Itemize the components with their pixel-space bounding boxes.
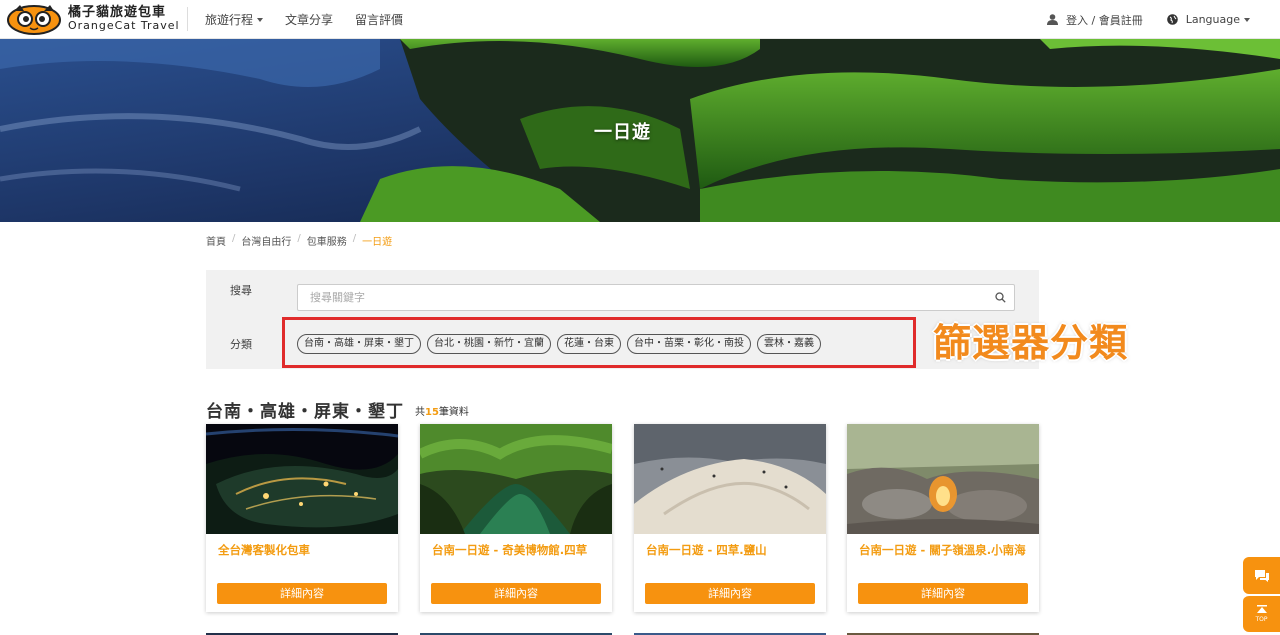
- breadcrumb-charter-service[interactable]: 包車服務: [307, 233, 347, 248]
- chip-central[interactable]: 台中・苗栗・彰化・南投: [627, 334, 751, 354]
- nav-item-articles[interactable]: 文章分享: [285, 11, 333, 28]
- tour-thumbnail: [847, 424, 1039, 534]
- tour-card-title: 台南一日遊 - 奇美博物館.四草: [432, 543, 588, 557]
- brand-name-zh: 橘子貓旅遊包車: [68, 5, 167, 21]
- top-label: TOP: [1255, 616, 1268, 623]
- top-navbar: 橘子貓旅遊包車 OrangeCat Travel 旅遊行程 文章分享 留言評價 …: [0, 0, 1280, 39]
- result-count: 共15筆資料: [415, 407, 469, 418]
- filter-panel: 搜尋 分類 台南・高雄・屏東・墾丁 台北・桃園・新竹・宜蘭 花蓮・台東 台中・苗…: [206, 270, 1039, 369]
- details-button[interactable]: 詳細內容: [645, 583, 815, 604]
- chip-yunlin-chiayi[interactable]: 雲林・嘉義: [757, 334, 821, 354]
- login-register-link[interactable]: 登入 / 會員註冊: [1047, 12, 1143, 28]
- tour-card-title: 全台灣客製化包車: [218, 543, 310, 557]
- details-button[interactable]: 詳細內容: [858, 583, 1028, 604]
- tour-card[interactable]: 台南一日遊 - 奇美博物館.四草 詳細內容: [420, 424, 612, 612]
- tour-card-title: 台南一日遊 - 關子嶺溫泉.小南海: [859, 543, 1026, 557]
- page-title: 一日遊: [594, 122, 651, 143]
- globe-icon: [1166, 14, 1178, 25]
- details-button[interactable]: 詳細內容: [217, 583, 387, 604]
- breadcrumb-taiwan-travel[interactable]: 台灣自由行: [241, 233, 291, 248]
- header-actions: 登入 / 會員註冊 Language: [1023, 0, 1250, 39]
- orange-cat-logo-icon: [7, 5, 61, 35]
- filter-annotation: 篩選器分類: [933, 321, 1129, 365]
- user-icon: [1047, 14, 1058, 25]
- category-label: 分類: [230, 338, 252, 351]
- details-button[interactable]: 詳細內容: [431, 583, 601, 604]
- breadcrumb: 首頁 / 台灣自由行 / 包車服務 / 一日遊: [206, 233, 393, 248]
- arrow-up-icon: [1256, 605, 1267, 613]
- brand-logo[interactable]: 橘子貓旅遊包車 OrangeCat Travel: [6, 3, 180, 35]
- category-chips: 台南・高雄・屏東・墾丁 台北・桃園・新竹・宜蘭 花蓮・台東 台中・苗栗・彰化・南…: [297, 334, 827, 354]
- breadcrumb-home[interactable]: 首頁: [206, 233, 226, 248]
- nav-item-tours[interactable]: 旅遊行程: [205, 11, 264, 28]
- tour-card[interactable]: 全台灣客製化包車 詳細內容: [206, 424, 398, 612]
- chip-south[interactable]: 台南・高雄・屏東・墾丁: [297, 334, 421, 354]
- tour-card-title: 台南一日遊 - 四草.鹽山: [646, 543, 767, 557]
- header-divider: [187, 7, 188, 31]
- chip-north[interactable]: 台北・桃園・新竹・宜蘭: [427, 334, 551, 354]
- caret-down-icon: [257, 17, 264, 22]
- tour-thumbnail: [206, 424, 398, 534]
- caret-down-icon: [1244, 17, 1250, 22]
- section-title: 台南・高雄・屏東・墾丁: [206, 402, 404, 422]
- search-input[interactable]: [298, 285, 978, 310]
- chat-icon: [1254, 569, 1269, 582]
- tour-thumbnail: [420, 424, 612, 534]
- search-label: 搜尋: [230, 284, 252, 297]
- brand-name-en: OrangeCat Travel: [68, 19, 180, 33]
- chat-button[interactable]: [1243, 557, 1280, 594]
- main-nav: 旅遊行程 文章分享 留言評價: [205, 0, 425, 39]
- search-box: [297, 284, 1015, 311]
- hero-banner: 一日遊: [0, 39, 1280, 222]
- tour-thumbnail: [634, 424, 826, 534]
- search-icon[interactable]: [995, 292, 1006, 303]
- breadcrumb-current: 一日遊: [362, 237, 393, 248]
- tour-card[interactable]: 台南一日遊 - 關子嶺溫泉.小南海 詳細內容: [847, 424, 1039, 612]
- chip-east[interactable]: 花蓮・台東: [557, 334, 621, 354]
- nav-item-reviews[interactable]: 留言評價: [355, 11, 403, 28]
- back-to-top-button[interactable]: TOP: [1243, 595, 1280, 632]
- tour-card[interactable]: 台南一日遊 - 四草.鹽山 詳細內容: [634, 424, 826, 612]
- language-dropdown[interactable]: Language: [1166, 13, 1250, 26]
